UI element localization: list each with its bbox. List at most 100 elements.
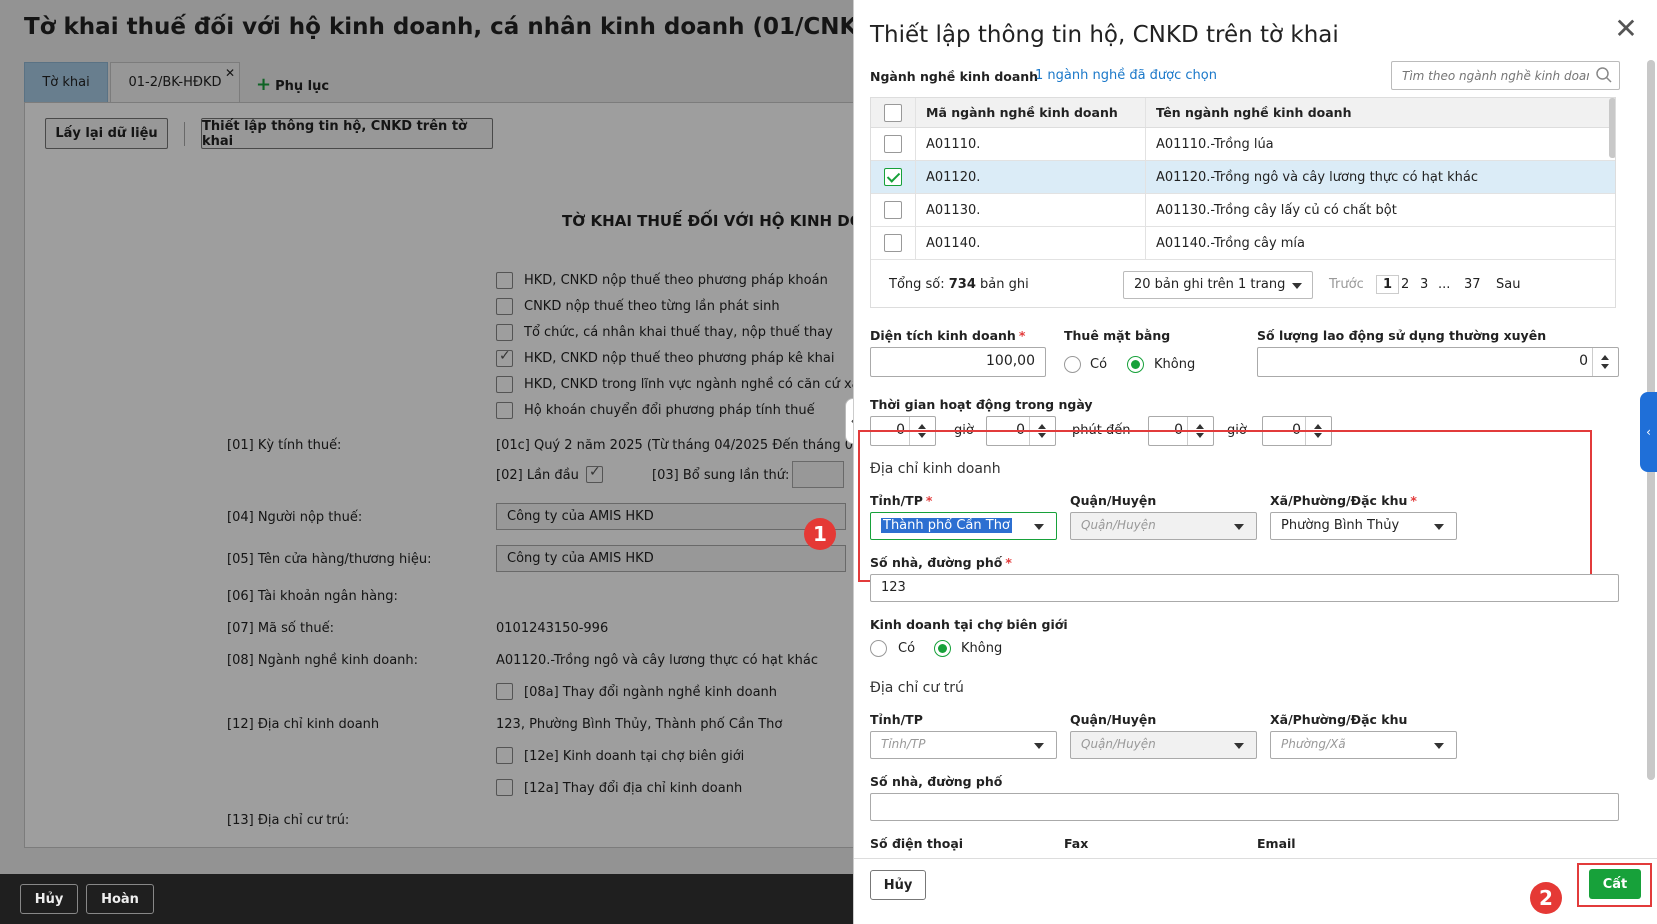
street-input[interactable]: 123 (870, 574, 1619, 602)
border-market-label: Kinh doanh tại chợ biên giới (870, 617, 1068, 632)
arrow-up-icon[interactable] (1196, 424, 1204, 429)
res-province-placeholder: Tỉnh/TP (881, 737, 926, 751)
labor-stepper[interactable]: 0 (1257, 347, 1619, 377)
rent-no-radio[interactable] (1127, 356, 1144, 373)
page-1[interactable]: 1 (1376, 275, 1400, 294)
save-button[interactable]: Cất (1589, 869, 1641, 899)
chevron-down-icon (1434, 743, 1444, 749)
prev-page[interactable]: Trước (1329, 277, 1364, 292)
phone-label: Số điện thoại (870, 836, 964, 851)
page-cancel-button[interactable]: Hủy (20, 884, 78, 914)
chevron-down-icon (1234, 743, 1244, 749)
email-label: Email (1257, 836, 1296, 851)
district-label: Quận/Huyện (1070, 493, 1157, 508)
table-row[interactable]: A01130. A01130.-Trồng cây lấy củ có chất… (871, 194, 1615, 227)
row-code: A01130. (916, 194, 1146, 226)
next-page[interactable]: Sau (1496, 277, 1520, 292)
page-done-button[interactable]: Hoàn (86, 884, 154, 914)
res-district-placeholder: Quận/Huyện (1081, 737, 1156, 751)
fax-label: Fax (1064, 836, 1089, 851)
stepper-arrows[interactable] (1592, 348, 1618, 376)
border-yes-radio[interactable] (870, 640, 887, 657)
annotation-badge-2: 2 (1530, 882, 1562, 914)
row-code: A01120. (916, 161, 1146, 193)
cancel-button[interactable]: Hủy (870, 870, 926, 900)
rent-no-label: Không (1154, 357, 1196, 372)
border-no-radio[interactable] (934, 640, 951, 657)
row-checkbox-cell (871, 128, 916, 160)
total-prefix: Tổng số: (889, 277, 945, 292)
grid-scrollbar[interactable] (1609, 98, 1615, 158)
arrow-up-icon[interactable] (1314, 424, 1322, 429)
side-expand-tab[interactable]: ‹ (1640, 392, 1657, 472)
industry-section-label: Ngành nghề kinh doanh (870, 69, 1039, 84)
industry-grid: Mã ngành nghề kinh doanh Tên ngành nghề … (870, 97, 1616, 308)
row-name: A01140.-Trồng cây mía (1156, 235, 1306, 251)
hours-label: Thời gian hoạt động trong ngày (870, 397, 1093, 412)
residence-address-title: Địa chỉ cư trú (870, 680, 964, 696)
province-label-text: Tỉnh/TP (870, 493, 923, 508)
res-street-input[interactable] (870, 793, 1619, 821)
industry-search-input[interactable] (1391, 61, 1620, 90)
row-checkbox[interactable] (884, 201, 902, 219)
page-3[interactable]: 3 (1420, 277, 1428, 292)
page-size-value: 20 bản ghi trên 1 trang (1134, 277, 1286, 292)
ward-value: Phường Bình Thủy (1281, 518, 1400, 533)
province-label: Tỉnh/TP * (870, 493, 933, 508)
arrow-down-icon[interactable] (1601, 364, 1609, 369)
select-all-checkbox[interactable] (884, 103, 902, 122)
search-icon[interactable] (1595, 66, 1613, 84)
rent-yes-radio[interactable] (1064, 356, 1081, 373)
chevron-down-icon (1034, 524, 1044, 530)
res-street-label: Số nhà, đường phố (870, 774, 1003, 789)
business-address-title: Địa chỉ kinh doanh (870, 461, 1001, 477)
total-suffix: bản ghi (980, 277, 1029, 292)
arrow-up-icon[interactable] (1601, 355, 1609, 360)
province-select[interactable]: Thành phố Cần Thơ (870, 512, 1057, 540)
setup-dialog: Thiết lập thông tin hộ, CNKD trên tờ kha… (853, 0, 1657, 924)
row-checkbox-cell (871, 227, 916, 259)
res-ward-label: Xã/Phường/Đặc khu (1270, 712, 1408, 727)
dialog-title: Thiết lập thông tin hộ, CNKD trên tờ kha… (870, 22, 1339, 48)
row-checkbox-cell (871, 194, 916, 226)
annotation-badge-1: 1 (804, 518, 836, 550)
res-district-select[interactable]: Quận/Huyện (1070, 731, 1257, 759)
row-checkbox[interactable] (884, 135, 902, 153)
ward-select[interactable]: Phường Bình Thủy (1270, 512, 1457, 540)
street-label: Số nhà, đường phố * (870, 555, 1012, 570)
header-name: Tên ngành nghề kinh doanh (1156, 105, 1352, 120)
res-ward-select[interactable]: Phường/Xã (1270, 731, 1457, 759)
table-row[interactable]: A01110. A01110.-Trồng lúa (871, 128, 1615, 161)
res-province-label: Tỉnh/TP (870, 712, 923, 727)
table-row[interactable]: A01140. A01140.-Trồng cây mía (871, 227, 1615, 260)
area-input[interactable]: 100,00 (870, 347, 1046, 377)
row-checkbox[interactable] (884, 234, 902, 252)
row-name: A01130.-Trồng cây lấy củ có chất bột (1156, 202, 1397, 218)
row-code: A01140. (916, 227, 1146, 259)
arrow-up-icon[interactable] (918, 424, 926, 429)
modal-overlay (0, 0, 860, 924)
res-province-select[interactable]: Tỉnh/TP (870, 731, 1057, 759)
chevron-down-icon (1434, 524, 1444, 530)
border-yes-label: Có (898, 641, 916, 656)
arrow-up-icon[interactable] (1038, 424, 1046, 429)
district-select[interactable]: Quận/Huyện (1070, 512, 1257, 540)
page-2[interactable]: 2 (1401, 277, 1409, 292)
page-37[interactable]: 37 (1464, 277, 1481, 292)
row-checkbox[interactable] (884, 168, 902, 186)
rent-label: Thuê mặt bằng (1064, 328, 1171, 343)
ward-label: Xã/Phường/Đặc khu * (1270, 493, 1417, 508)
row-checkbox-cell (871, 161, 916, 193)
close-icon[interactable]: ✕ (1611, 14, 1641, 44)
chevron-down-icon (1234, 524, 1244, 530)
labor-value: 0 (1579, 353, 1588, 369)
row-code: A01110. (916, 128, 1146, 160)
province-value: Thành phố Cần Thơ (881, 518, 1012, 533)
table-row[interactable]: A01120. A01120.-Trồng ngô và cây lương t… (871, 161, 1615, 194)
page-ellipsis: ... (1438, 277, 1451, 292)
total-records: Tổng số: 734 bản ghi (889, 277, 1029, 292)
res-ward-placeholder: Phường/Xã (1281, 737, 1346, 751)
labor-label: Số lượng lao động sử dụng thường xuyên (1257, 328, 1547, 343)
page-size-select[interactable]: 20 bản ghi trên 1 trang (1123, 271, 1313, 299)
row-name: A01110.-Trồng lúa (1156, 136, 1274, 152)
